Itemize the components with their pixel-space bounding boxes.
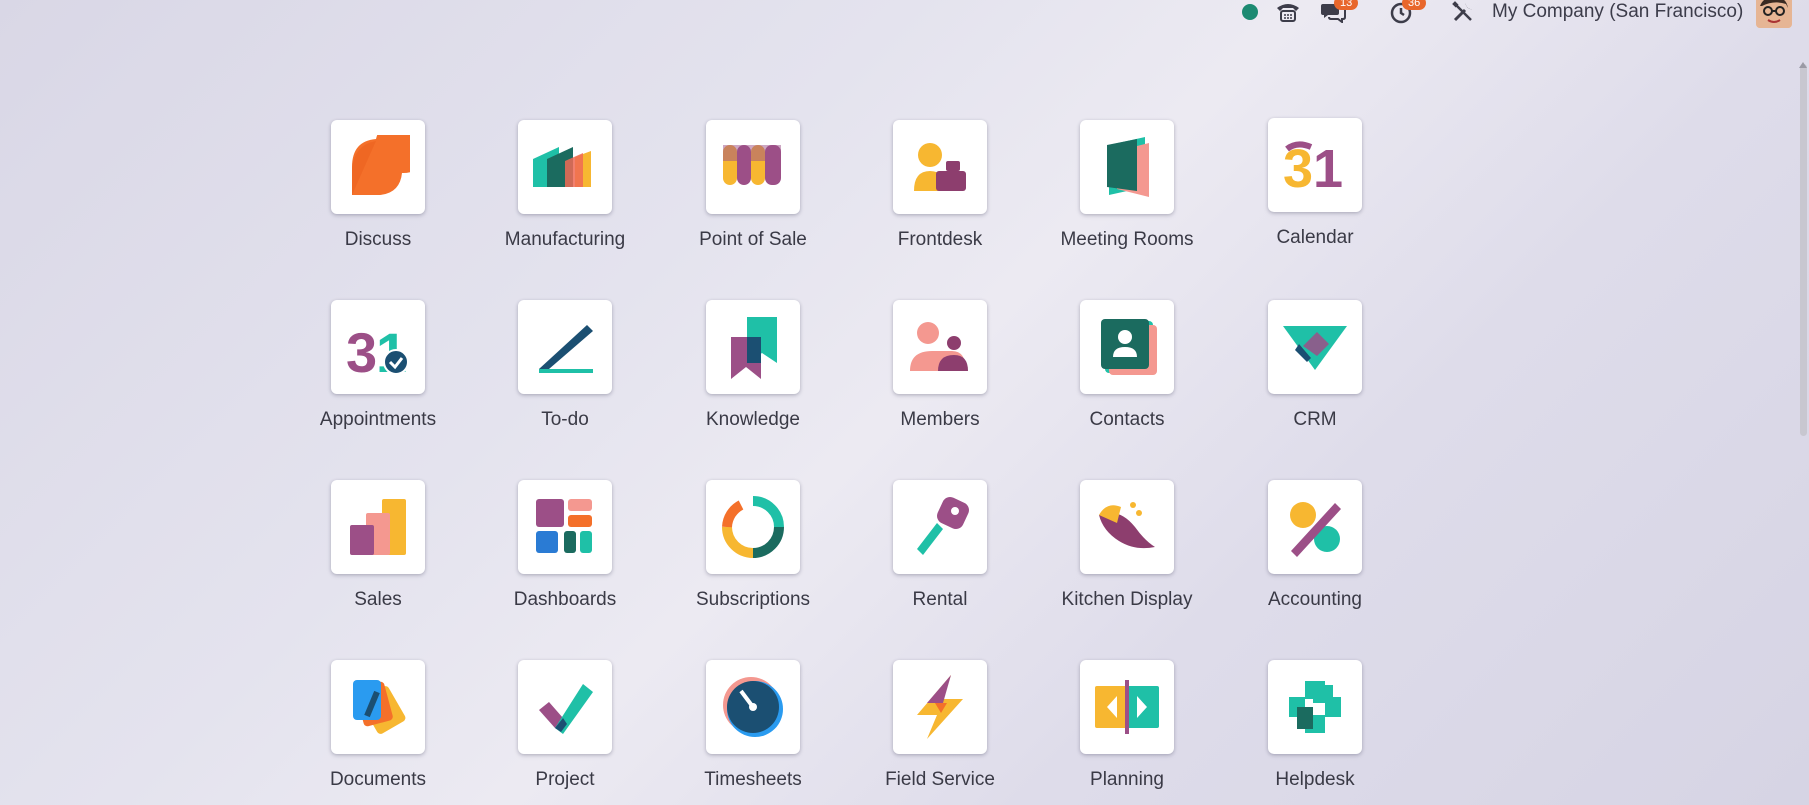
scroll-up-arrow-icon[interactable] [1799,62,1807,68]
app-appointments[interactable]: 31 Appointments [283,300,473,431]
app-frontdesk[interactable]: Frontdesk [845,120,1035,251]
app-todo[interactable]: To-do [470,300,660,431]
app-label: Discuss [344,229,412,250]
crm-icon [1268,300,1362,394]
app-timesheets[interactable]: Timesheets [658,660,848,791]
app-sales[interactable]: Sales [283,480,473,611]
app-label: Planning [1090,769,1164,790]
app-label: Appointments [319,409,437,430]
app-contacts[interactable]: Contacts [1032,300,1222,431]
app-label: Members [900,409,980,430]
company-switcher[interactable]: My Company (San Francisco) [1492,0,1743,24]
app-field-service[interactable]: Field Service [845,660,1035,791]
app-label: Frontdesk [897,229,983,250]
app-label: Project [535,769,595,790]
activities-button[interactable]: 36 [1386,0,1427,24]
app-helpdesk[interactable]: Helpdesk [1220,660,1410,791]
app-dashboards[interactable]: Dashboards [470,480,660,611]
meeting-rooms-icon [1080,120,1174,214]
app-knowledge[interactable]: Knowledge [658,300,848,431]
field-service-icon [893,660,987,754]
point-of-sale-icon [706,120,800,214]
app-rental[interactable]: Rental [845,480,1035,611]
app-label: To-do [541,409,589,430]
frontdesk-icon [893,120,987,214]
app-label: Calendar [1276,227,1354,248]
app-label: Subscriptions [695,589,811,610]
app-accounting[interactable]: Accounting [1220,480,1410,611]
planning-icon [1080,660,1174,754]
user-avatar[interactable] [1756,0,1792,28]
app-point-of-sale[interactable]: Point of Sale [658,120,848,251]
app-label: Kitchen Display [1061,589,1193,610]
members-icon [893,300,987,394]
todo-icon [518,300,612,394]
messages-button[interactable]: 13 [1318,0,1359,24]
app-label: Meeting Rooms [1060,229,1194,250]
appointments-icon: 31 [331,300,425,394]
kitchen-display-icon [1080,480,1174,574]
subscriptions-icon [706,480,800,574]
activities-count-badge: 36 [1402,0,1427,10]
app-label: Manufacturing [504,229,626,250]
app-project[interactable]: Project [470,660,660,791]
svg-text:3: 3 [346,321,377,378]
manufacturing-icon [518,120,612,214]
scrollbar-thumb[interactable] [1800,64,1807,436]
app-crm[interactable]: CRM [1220,300,1410,431]
timesheets-icon [706,660,800,754]
contacts-icon [1080,300,1174,394]
phone-icon[interactable] [1274,0,1302,24]
app-subscriptions[interactable]: Subscriptions [658,480,848,611]
app-calendar[interactable]: 31 Calendar [1220,118,1410,249]
app-label: CRM [1293,409,1337,430]
accounting-icon [1268,480,1362,574]
project-icon [518,660,612,754]
app-label: Field Service [885,769,995,790]
app-label: Dashboards [513,589,617,610]
app-label: Point of Sale [699,229,807,250]
discuss-icon [331,120,425,214]
sales-icon [331,480,425,574]
app-label: Knowledge [705,409,801,430]
app-discuss[interactable]: Discuss [283,120,473,251]
calendar-icon: 31 [1268,118,1362,212]
app-meeting-rooms[interactable]: Meeting Rooms [1032,120,1222,251]
online-status-icon [1242,4,1258,20]
app-label: Rental [912,589,968,610]
page-scrollbar[interactable] [1798,44,1809,444]
dashboards-icon [518,480,612,574]
app-kitchen-display[interactable]: Kitchen Display [1032,480,1222,611]
app-manufacturing[interactable]: Manufacturing [470,120,660,251]
app-label: Helpdesk [1275,769,1355,790]
app-label: Contacts [1089,409,1165,430]
debug-tools-icon[interactable] [1450,0,1476,24]
documents-icon [331,660,425,754]
rental-icon [893,480,987,574]
app-members[interactable]: Members [845,300,1035,431]
helpdesk-icon [1268,660,1362,754]
app-documents[interactable]: Documents [283,660,473,791]
top-bar: 13 36 My Company (San Francisco) [0,0,1809,28]
app-label: Timesheets [704,769,802,790]
knowledge-icon [706,300,800,394]
app-label: Sales [354,589,402,610]
app-planning[interactable]: Planning [1032,660,1222,791]
svg-text:1: 1 [1313,139,1343,195]
app-label: Accounting [1267,589,1362,610]
app-label: Documents [329,769,427,790]
messages-count-badge: 13 [1334,0,1359,10]
